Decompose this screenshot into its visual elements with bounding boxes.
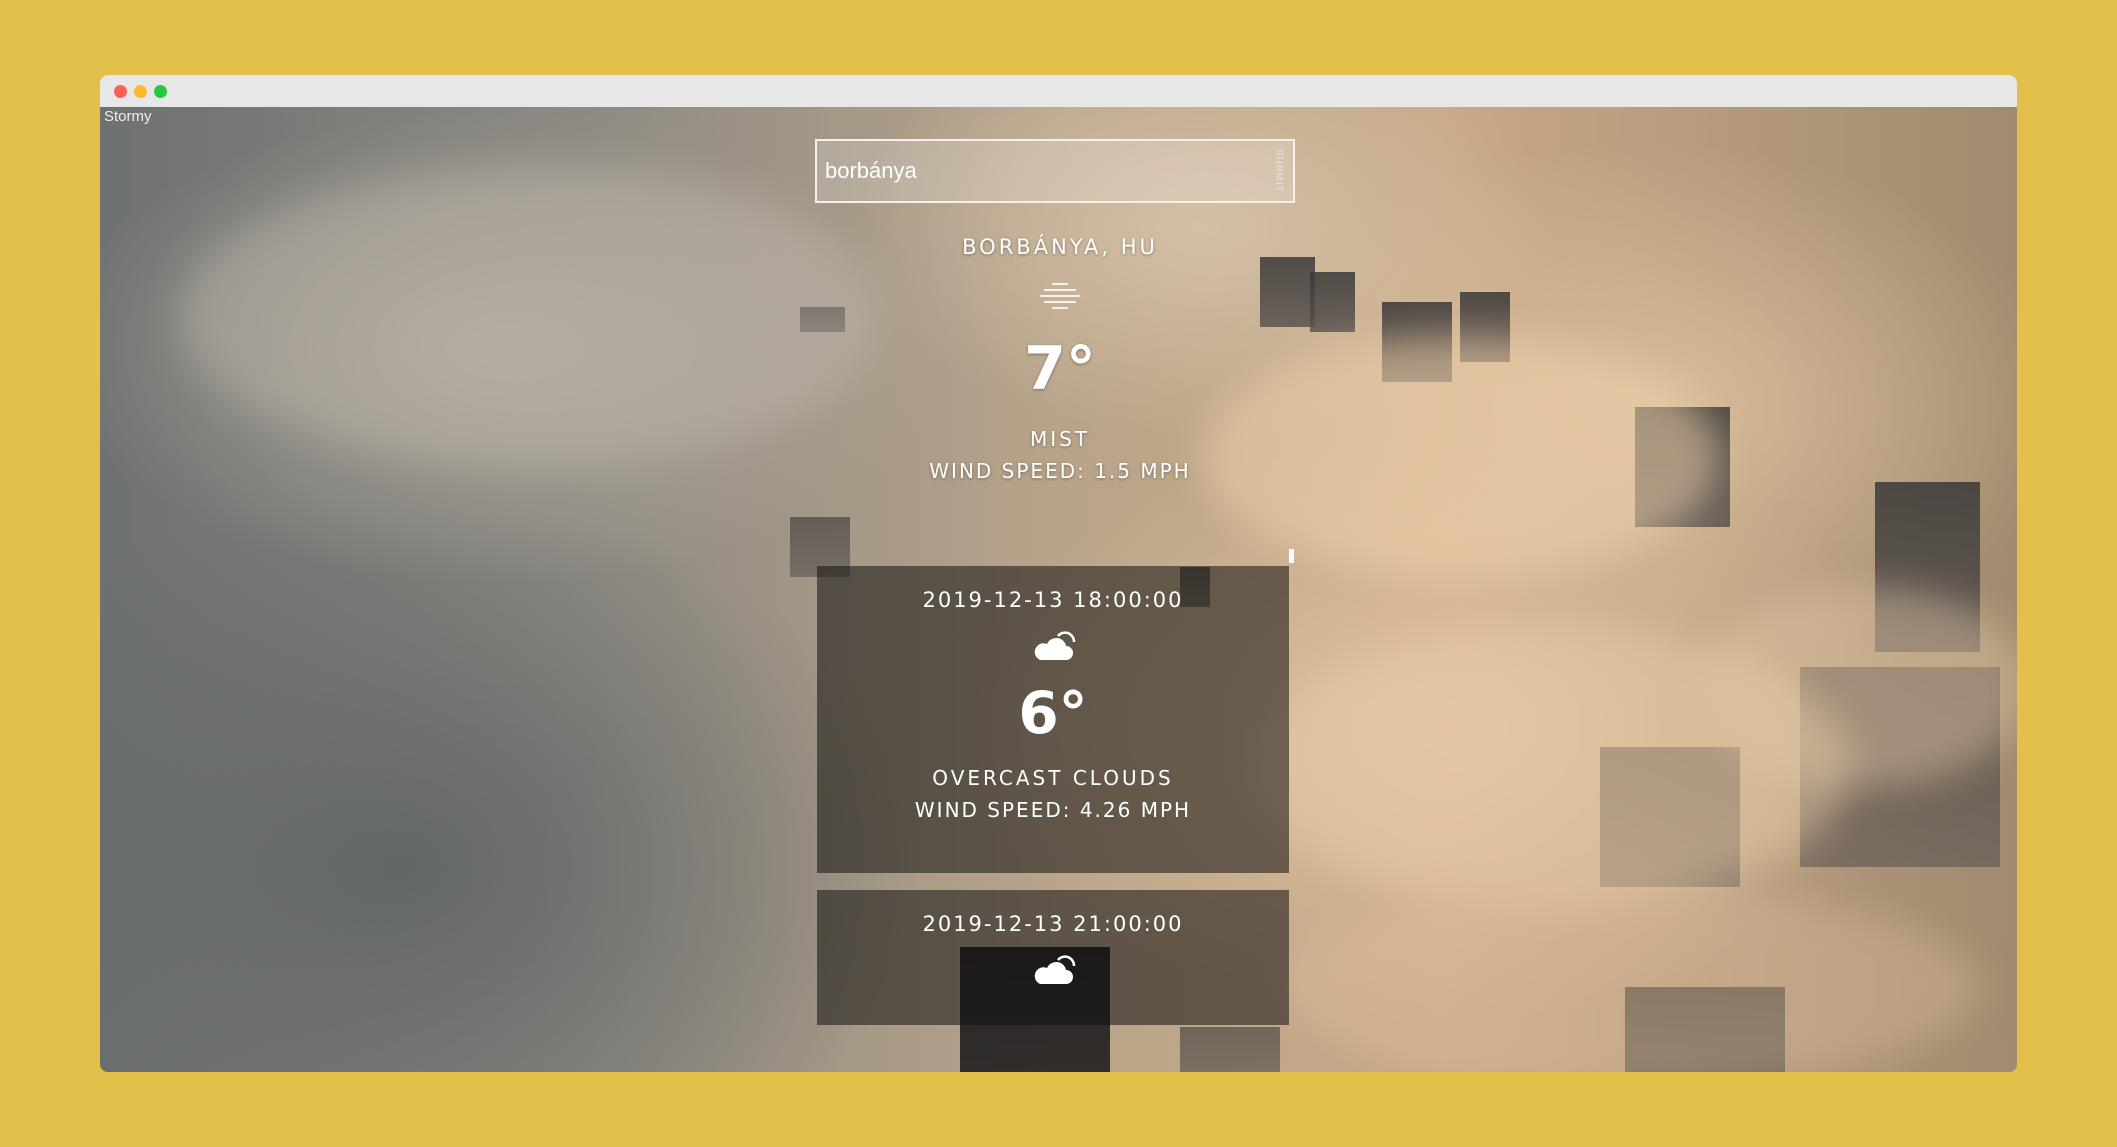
forecast-condition: OVERCAST CLOUDS <box>932 766 1174 790</box>
location-label: BORBÁNYA, HU <box>962 235 1158 259</box>
city-search-box: SUBMIT <box>815 139 1295 203</box>
close-window-button[interactable] <box>114 85 127 98</box>
forecast-datetime: 2019-12-13 21:00:00 <box>922 912 1184 936</box>
forecast-datetime: 2019-12-13 18:00:00 <box>922 588 1184 612</box>
browser-window: Stormy SUBMIT BORBÁNYA, HU 7° MIST WIND … <box>100 75 2017 1072</box>
forecast-card: 2019-12-13 18:00:00 6° OVERCAST CLOUDS W… <box>817 566 1289 873</box>
forecast-scrollbar[interactable] <box>1289 549 1294 563</box>
current-weather: BORBÁNYA, HU 7° MIST WIND SPEED: 1.5 MPH <box>820 235 1300 483</box>
forecast-card: 2019-12-13 21:00:00 <box>817 890 1289 1025</box>
current-temperature: 7° <box>1024 334 1096 404</box>
cloud-icon <box>1028 630 1078 664</box>
forecast-wind-speed: WIND SPEED: 4.26 MPH <box>914 798 1192 822</box>
current-condition: MIST <box>1029 427 1091 451</box>
title-bar <box>100 75 2017 107</box>
cloud-icon <box>1028 954 1078 988</box>
minimize-window-button[interactable] <box>134 85 147 98</box>
current-wind-speed: WIND SPEED: 1.5 MPH <box>929 459 1191 483</box>
forecast-temperature: 6° <box>1018 679 1088 747</box>
city-search-input[interactable] <box>825 141 1245 201</box>
mist-icon <box>1040 281 1080 309</box>
maximize-window-button[interactable] <box>154 85 167 98</box>
app-name: Stormy <box>104 108 152 125</box>
submit-button[interactable]: SUBMIT <box>1267 145 1289 197</box>
